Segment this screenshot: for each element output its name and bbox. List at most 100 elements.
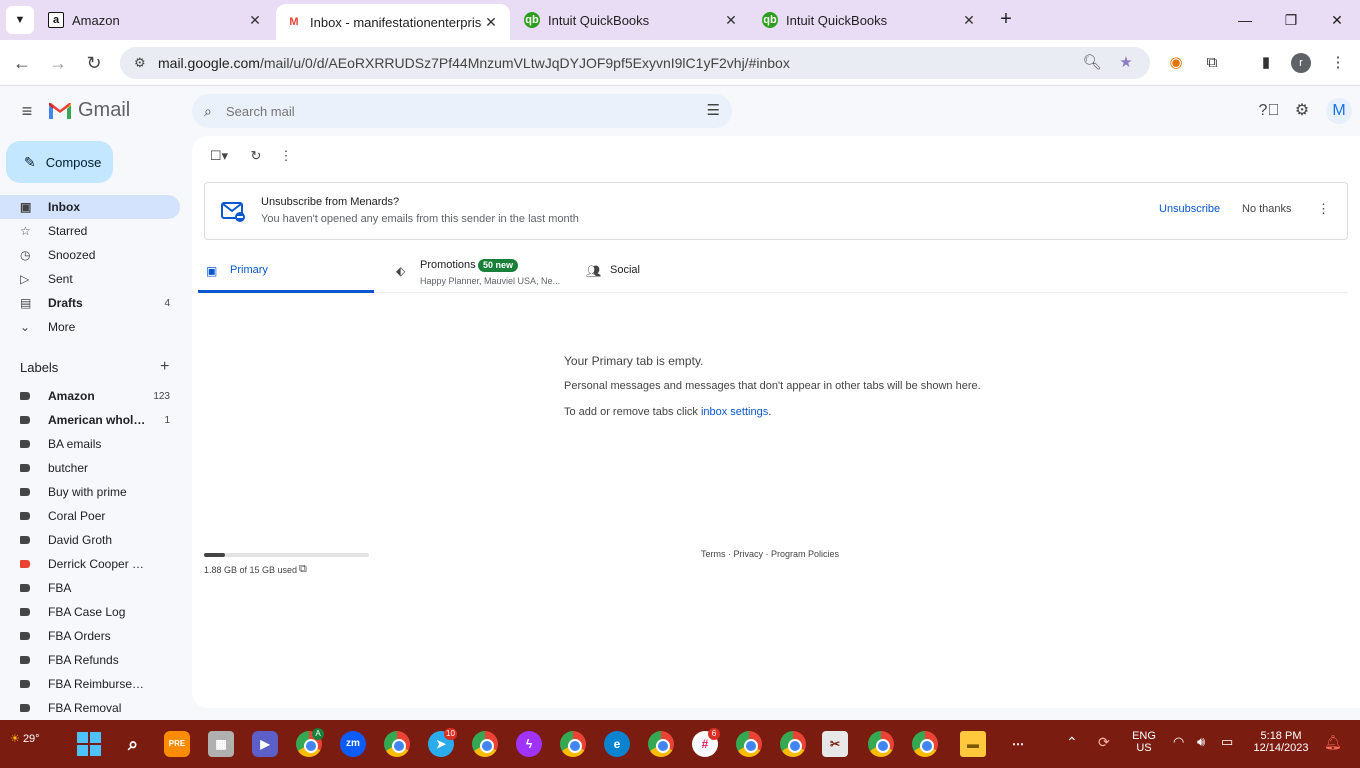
sidebar-label-item[interactable]: BA emails — [0, 432, 180, 456]
sidebar-item-more[interactable]: ⌄ More — [0, 315, 180, 339]
sidebar-item-starred[interactable]: ☆ Starred — [0, 219, 180, 243]
sidebar-label-item[interactable]: Buy with prime — [0, 480, 180, 504]
browser-tab-amazon[interactable]: a Amazon ✕ — [38, 0, 274, 40]
browser-tab-quickbooks-1[interactable]: qb Intuit QuickBooks ✕ — [514, 0, 750, 40]
minimize-button[interactable]: — — [1230, 8, 1260, 32]
file-explorer-icon[interactable]: ▬ — [960, 731, 986, 757]
close-icon[interactable]: ✕ — [482, 14, 500, 31]
edge-icon[interactable]: e — [604, 731, 630, 757]
task-view-icon[interactable]: ▦ — [208, 731, 234, 757]
sidebar-label-item[interactable]: American wholesal... 1 — [0, 408, 180, 432]
tab-promotions[interactable]: ⬖ Promotions 50 new Happy Planner, Mauvi… — [388, 250, 568, 293]
more-actions-button[interactable]: ⋮ — [276, 146, 296, 166]
sidebar-label-item[interactable]: FBA Reimbursement — [0, 672, 180, 696]
messenger-icon[interactable]: ϟ — [516, 731, 542, 757]
close-icon[interactable]: ✕ — [722, 12, 740, 29]
forward-button[interactable]: → — [44, 49, 72, 77]
compose-button[interactable]: ✎ Compose — [6, 141, 113, 183]
search-options-icon[interactable]: ☰ — [707, 101, 720, 119]
chrome-profile-4-icon[interactable] — [736, 731, 762, 757]
open-in-new-icon[interactable]: ⧉ — [299, 563, 307, 576]
tab-search-button[interactable]: ▼ — [6, 6, 34, 34]
wifi-icon[interactable]: ◠ — [1173, 734, 1184, 750]
battery-icon[interactable]: ▭ — [1221, 734, 1233, 750]
close-icon[interactable]: ✕ — [960, 12, 978, 29]
tray-overflow-icon[interactable]: ⌃ — [1066, 734, 1078, 751]
sidebar-item-snoozed[interactable]: ◷ Snoozed — [0, 243, 180, 267]
chrome-profile-3-icon[interactable] — [648, 731, 674, 757]
search-bar[interactable]: ⌕ ☰ — [192, 94, 732, 128]
clock[interactable]: 5:18 PM 12/14/2023 — [1250, 730, 1312, 754]
snipping-tool-icon[interactable]: ✂ — [822, 731, 848, 757]
gmail-logo[interactable]: Gmail — [48, 99, 130, 122]
account-avatar[interactable]: M — [1326, 98, 1352, 124]
search-input[interactable] — [226, 103, 686, 119]
browser-profile-avatar[interactable]: r — [1291, 53, 1311, 73]
sidebar-label-item[interactable]: Derrick Cooper dox — [0, 552, 180, 576]
start-button[interactable] — [77, 732, 101, 756]
taskbar-search-icon[interactable]: ⌕ — [120, 731, 146, 757]
tab-title: Inbox - manifestationenterprise — [310, 14, 482, 30]
label-tag-icon — [20, 389, 48, 403]
copilot-pre-icon[interactable]: PRE — [164, 731, 190, 757]
no-thanks-button[interactable]: No thanks — [1242, 203, 1292, 215]
sync-icon[interactable]: ⟳ — [1098, 734, 1110, 751]
sidebar-label-item[interactable]: Amazon 123 — [0, 384, 180, 408]
more-apps-icon[interactable]: ⋯ — [1005, 731, 1031, 757]
main-menu-icon[interactable]: ≡ — [16, 100, 38, 122]
new-tab-button[interactable]: + — [994, 8, 1018, 32]
unsubscribe-button[interactable]: Unsubscribe — [1159, 203, 1220, 215]
chrome-profile-r-icon[interactable] — [868, 731, 894, 757]
teams-meet-icon[interactable]: ▶ — [252, 731, 278, 757]
notification-bell-icon[interactable]: 🔔︎ — [1324, 734, 1342, 751]
tab-primary[interactable]: ▣ Primary — [198, 250, 374, 293]
zoom-app-icon[interactable]: zm — [340, 731, 366, 757]
sidebar-label-item[interactable]: David Groth — [0, 528, 180, 552]
chrome-profile-2-icon[interactable] — [560, 731, 586, 757]
refresh-icon: ↻ — [250, 148, 262, 163]
browser-menu-icon[interactable]: ⋮ — [1326, 51, 1350, 75]
browser-tab-gmail[interactable]: M Inbox - manifestationenterprise ✕ — [276, 4, 510, 40]
restore-button[interactable]: ❐ — [1276, 8, 1306, 32]
chrome-profile-c-icon[interactable] — [912, 731, 938, 757]
tab-social[interactable]: 👥︎ Social — [578, 250, 758, 293]
settings-gear-icon[interactable]: ⚙ — [1291, 100, 1313, 122]
sidebar-item-inbox[interactable]: ▣ Inbox — [0, 195, 180, 219]
sidebar-item-sent[interactable]: ▷ Sent — [0, 267, 180, 291]
url-text[interactable]: mail.google.com/mail/u/0/d/AEoRXRRUDSz7P… — [158, 55, 790, 71]
search-icon[interactable]: ⌕ — [204, 103, 224, 120]
add-label-button[interactable]: + — [160, 358, 169, 376]
zoom-icon[interactable]: 🔍︎ — [1080, 51, 1104, 75]
window-close-button[interactable]: ✕ — [1322, 8, 1352, 32]
help-icon[interactable]: ?⃝ — [1258, 100, 1280, 122]
bookmark-star-icon[interactable]: ★ — [1114, 51, 1138, 75]
close-icon[interactable]: ✕ — [246, 12, 264, 29]
refresh-button[interactable]: ↻ — [246, 146, 266, 166]
address-bar[interactable]: ⚙ mail.google.com/mail/u/0/d/AEoRXRRUDSz… — [120, 47, 1150, 79]
sidebar-label-item[interactable]: FBA Orders — [0, 624, 180, 648]
sidebar-label-item[interactable]: Coral Poer — [0, 504, 180, 528]
back-button[interactable]: ← — [8, 49, 36, 77]
browser-tab-quickbooks-2[interactable]: qb Intuit QuickBooks ✕ — [752, 0, 988, 40]
site-settings-icon[interactable]: ⚙ — [134, 55, 154, 71]
side-panel-icon[interactable]: ▮ — [1254, 51, 1278, 75]
sidebar-label-item[interactable]: FBA — [0, 576, 180, 600]
sidebar-label-item[interactable]: FBA Removal — [0, 696, 180, 720]
footer-links[interactable]: Terms · Privacy · Program Policies — [701, 549, 839, 559]
extension-icon[interactable]: ◉ — [1164, 51, 1188, 75]
chrome-active-icon[interactable] — [780, 731, 806, 757]
select-all-checkbox[interactable]: ☐▾ — [204, 146, 234, 166]
reload-button[interactable]: ↻ — [80, 49, 108, 77]
language-indicator[interactable]: ENG US — [1128, 730, 1160, 754]
banner-more-icon[interactable]: ⋮ — [1317, 201, 1330, 217]
weather-widget[interactable]: ☀︎ 29° — [10, 732, 40, 745]
chrome-icon[interactable] — [472, 731, 498, 757]
sidebar-item-drafts[interactable]: ▤ Drafts 4 — [0, 291, 180, 315]
inbox-settings-link[interactable]: inbox settings — [701, 406, 768, 418]
sidebar-label-item[interactable]: butcher — [0, 456, 180, 480]
sidebar-label-item[interactable]: FBA Case Log — [0, 600, 180, 624]
sidebar-label-item[interactable]: FBA Refunds — [0, 648, 180, 672]
extensions-puzzle-icon[interactable]: ⧉ — [1200, 51, 1224, 75]
volume-icon[interactable]: 🔊︎ — [1197, 734, 1205, 750]
chrome-profile-photo-icon[interactable] — [384, 731, 410, 757]
